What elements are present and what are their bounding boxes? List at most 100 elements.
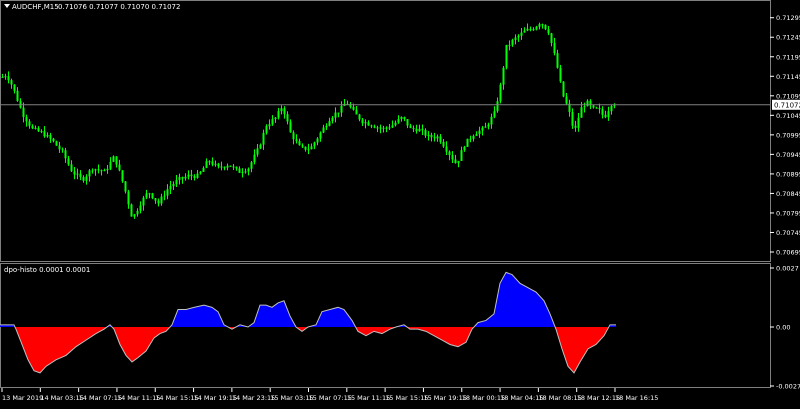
- time-axis-label: 15 Mar 15:15: [385, 394, 428, 402]
- time-axis-label: 18 Mar 16:15: [615, 394, 658, 402]
- candle-body: [523, 30, 526, 33]
- candle-body: [58, 145, 61, 150]
- candle-body: [145, 193, 148, 198]
- candle-body: [433, 137, 436, 139]
- candle-body: [310, 146, 313, 150]
- candle-body: [34, 127, 37, 129]
- candle-body: [511, 39, 514, 45]
- candle-body: [352, 106, 355, 110]
- histo-segment: [132, 327, 138, 362]
- histo-segment: [330, 307, 338, 327]
- candle-body: [556, 53, 559, 68]
- indicator-axis-label: -0.0027: [776, 383, 800, 391]
- time-axis-label: 14 Mar 19:15: [194, 394, 237, 402]
- candle-body: [325, 125, 328, 128]
- price-axis-label: 0.71095: [776, 92, 800, 100]
- price-axis-label: 0.70795: [776, 209, 800, 217]
- candle-body: [136, 210, 139, 215]
- time-axis-label: 15 Mar 03:15: [270, 394, 313, 402]
- candle-body: [457, 160, 460, 164]
- candle-body: [229, 165, 232, 167]
- candle-body: [571, 112, 574, 126]
- price-axis-label: 0.71145: [776, 73, 800, 81]
- candle-body: [247, 168, 250, 172]
- candle-body: [190, 174, 193, 177]
- histo-segment: [266, 305, 272, 327]
- candle-body: [610, 105, 613, 112]
- time-axis-label: 18 Mar 12:15: [577, 394, 620, 402]
- candle-body: [76, 173, 79, 175]
- candle-body: [505, 44, 508, 68]
- candle-body: [109, 161, 112, 169]
- candle-body: [334, 112, 337, 118]
- price-axis-label: 0.71045: [776, 112, 800, 120]
- candle-body: [586, 100, 589, 107]
- candle-body: [169, 186, 172, 190]
- mt4-chart-window[interactable]: 0.712950.712450.711950.711450.710950.710…: [0, 0, 800, 405]
- candle-body: [418, 128, 421, 132]
- candle-body: [493, 111, 496, 117]
- candle-body: [544, 24, 547, 30]
- candle-body: [73, 171, 76, 175]
- candle-body: [232, 166, 235, 168]
- candle-body: [178, 177, 181, 180]
- candle-body: [355, 109, 358, 115]
- histo-segment: [520, 283, 528, 327]
- time-axis-label: 14 Mar 07:15: [79, 394, 122, 402]
- histo-segment: [178, 309, 186, 327]
- candle-body: [520, 32, 523, 36]
- candle-body: [385, 127, 388, 129]
- candle-body: [112, 156, 115, 162]
- candle-body: [394, 122, 397, 126]
- candle-body: [598, 108, 601, 110]
- candle-body: [121, 170, 124, 182]
- candle-body: [388, 127, 391, 129]
- candle-body: [451, 155, 454, 160]
- histo-segment: [278, 300, 284, 327]
- candle-body: [361, 119, 364, 124]
- candle-body: [1, 76, 4, 78]
- candle-body: [319, 132, 322, 139]
- candle-body: [106, 168, 109, 171]
- candle-body: [307, 149, 310, 151]
- candle-body: [199, 171, 202, 174]
- time-axis-label: 14 Mar 23:15: [232, 394, 275, 402]
- candle-body: [517, 35, 520, 38]
- histo-segment: [56, 327, 66, 360]
- candle-body: [268, 124, 271, 127]
- indicator-label: dpo-histo 0.0001 0.0001: [4, 266, 90, 274]
- candle-body: [163, 195, 166, 197]
- chart-canvas[interactable]: 0.712950.712450.711950.711450.710950.710…: [0, 0, 800, 405]
- candle-body: [478, 130, 481, 135]
- candle-body: [289, 121, 292, 133]
- candle-body: [376, 127, 379, 129]
- histo-segment: [322, 309, 330, 327]
- candle-body: [526, 28, 529, 31]
- candle-body: [271, 119, 274, 125]
- candle-body: [565, 96, 568, 104]
- candle-body: [151, 193, 154, 199]
- candle-body: [211, 161, 214, 165]
- price-axis: 0.712950.712450.711950.711450.710950.710…: [770, 14, 800, 257]
- candle-body: [373, 126, 376, 128]
- histo-segment: [568, 327, 574, 373]
- candle-body: [97, 169, 100, 171]
- candle-body: [172, 184, 175, 187]
- candle-body: [100, 170, 103, 172]
- candle-body: [502, 67, 505, 85]
- candle-body: [253, 154, 256, 163]
- candle-body: [409, 125, 412, 128]
- candle-body: [13, 84, 16, 91]
- candle-body: [469, 138, 472, 140]
- candle-body: [52, 138, 55, 142]
- histo-segment: [40, 327, 46, 373]
- price-axis-label: 0.70845: [776, 190, 800, 198]
- candle-body: [529, 28, 532, 30]
- candle-body: [496, 101, 499, 112]
- candle-body: [541, 24, 544, 26]
- candle-body: [508, 44, 511, 46]
- time-axis-label: 14 Mar 15:15: [155, 394, 198, 402]
- candle-body: [328, 121, 331, 126]
- candle-body: [430, 134, 433, 138]
- candle-body: [40, 131, 43, 133]
